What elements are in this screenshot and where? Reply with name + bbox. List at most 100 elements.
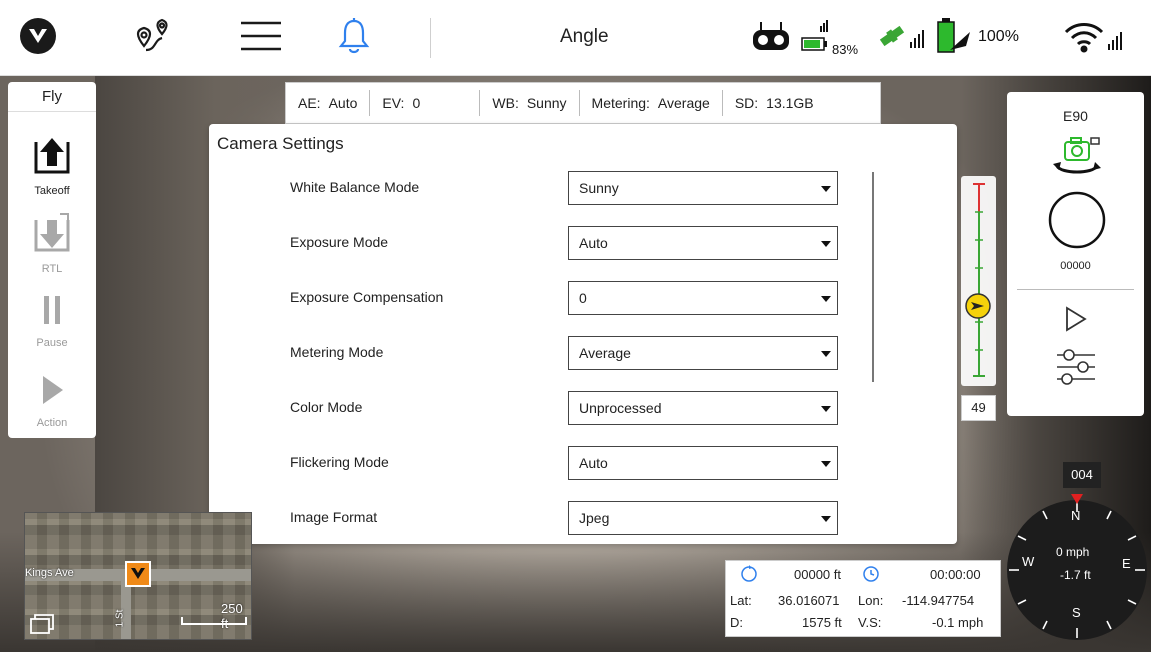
camera-mode-title[interactable]: Angle: [560, 26, 609, 48]
menu-icon[interactable]: [238, 14, 284, 58]
rc-battery-icon: [800, 14, 830, 58]
setting-label: White Balance Mode: [290, 179, 420, 195]
pause-icon: [44, 296, 60, 324]
d-value: 1575 ft: [802, 615, 842, 630]
vs-label: V.S:: [858, 615, 882, 630]
lon-value: -114.947754: [902, 593, 975, 608]
distance-home-value: 00000 ft: [794, 567, 841, 582]
photo-counter: 00000: [1060, 260, 1091, 272]
setting-label: Metering Mode: [290, 344, 384, 360]
takeoff-button[interactable]: Takeoff: [8, 132, 96, 197]
drone-position-marker: [125, 561, 151, 587]
dropdown-arrow-icon: [821, 296, 831, 302]
flight-control-panel: Fly Takeoff RTL Pause Action: [8, 82, 96, 438]
sd-status: SD: 13.1GB: [734, 95, 814, 111]
play-action-icon: [43, 376, 63, 404]
setting-label: Flickering Mode: [290, 454, 389, 470]
playback-icon[interactable]: [1063, 304, 1089, 334]
image-format-select[interactable]: Jpeg: [568, 501, 838, 535]
dropdown-arrow-icon: [821, 241, 831, 247]
dropdown-arrow-icon: [821, 406, 831, 412]
dropdown-arrow-icon: [821, 186, 831, 192]
ae-status: AE: Auto: [286, 90, 371, 116]
dropdown-arrow-icon: [821, 351, 831, 357]
flight-time-icon: [863, 566, 879, 582]
flight-mode-label[interactable]: Fly: [8, 82, 96, 112]
setting-row-metering-mode: Metering Mode Average: [209, 336, 957, 370]
drone-battery-icon: [936, 14, 972, 58]
compass-north: N: [1071, 508, 1081, 523]
map-scale-label: 250 ft: [221, 601, 243, 631]
setting-row-color-mode: Color Mode Unprocessed: [209, 391, 957, 425]
action-button[interactable]: Action: [8, 372, 96, 429]
map-layers-icon[interactable]: [29, 613, 55, 635]
ground-speed: 0 mph: [1056, 545, 1090, 559]
camera-status-strip[interactable]: AE: Auto EV: 0 WB: Sunny Metering: Average S…: [285, 82, 881, 124]
compass-west: W: [1022, 554, 1035, 569]
dropdown-arrow-icon: [821, 516, 831, 522]
compass-south: S: [1072, 605, 1081, 620]
setting-row-exposure-compensation: Exposure Compensation 0: [209, 281, 957, 315]
setting-row-white-balance: White Balance Mode Sunny: [209, 171, 957, 205]
lat-value: 36.016071: [778, 593, 840, 608]
camera-settings-dialog: Camera Settings White Balance Mode Sunny…: [209, 124, 957, 544]
mini-map[interactable]: Kings Ave 1 St 250 ft: [24, 512, 252, 640]
setting-label: Exposure Mode: [290, 234, 389, 250]
vs-value: -0.1 mph: [932, 615, 984, 630]
switch-camera-mode-icon[interactable]: [1051, 136, 1103, 180]
metering-status: Metering: Average: [580, 90, 723, 116]
setting-label: Exposure Compensation: [290, 289, 444, 305]
dialog-title: Camera Settings: [217, 134, 344, 153]
pause-button[interactable]: Pause: [8, 292, 96, 349]
lon-label: Lon:: [858, 593, 884, 608]
setting-label: Image Format: [290, 509, 378, 525]
camera-control-panel: E90 00000: [1007, 92, 1144, 416]
map-scale-bar: [181, 617, 247, 625]
white-balance-select[interactable]: Sunny: [568, 171, 838, 205]
compass-widget: N W E S 0 mph -1.7 ft: [1004, 490, 1151, 640]
distance-home-icon: [741, 565, 757, 582]
waypoint-map-icon[interactable]: [130, 14, 178, 58]
takeoff-icon: [34, 138, 70, 174]
app-logo-icon[interactable]: [16, 14, 60, 58]
compass-east: E: [1122, 556, 1131, 571]
gimbal-handle-icon[interactable]: [964, 292, 992, 320]
exposure-mode-select[interactable]: Auto: [568, 226, 838, 260]
gimbal-angle-value: 49: [961, 395, 996, 421]
remote-controller-icon: [750, 14, 792, 58]
top-bar-divider: [430, 18, 431, 58]
flight-time-value: 00:00:00: [930, 567, 981, 582]
metering-mode-select[interactable]: Average: [568, 336, 838, 370]
setting-row-image-format: Image Format Jpeg: [209, 501, 957, 535]
camera-model-label: E90: [1063, 108, 1088, 124]
rc-battery-value: 83%: [832, 42, 859, 57]
wifi-signal-icon: [1064, 14, 1124, 58]
flickering-mode-select[interactable]: Auto: [568, 446, 838, 480]
setting-row-flickering-mode: Flickering Mode Auto: [209, 446, 957, 480]
color-mode-select[interactable]: Unprocessed: [568, 391, 838, 425]
drone-logo-icon: [131, 568, 145, 579]
rtl-label: RTL: [41, 263, 63, 275]
return-to-launch-icon: [34, 213, 70, 252]
telemetry-panel: 00000 ft 00:00:00 Lat: 36.016071 Lon: -1…: [725, 560, 1001, 637]
notification-bell-icon[interactable]: [334, 14, 374, 58]
map-street-label: Kings Ave: [25, 567, 74, 579]
setting-row-exposure-mode: Exposure Mode Auto: [209, 226, 957, 260]
lat-label: Lat:: [730, 593, 752, 608]
panel-divider: [1017, 289, 1134, 290]
drone-battery-value: 100%: [978, 28, 1019, 45]
map-street-label-vertical: 1 St: [114, 609, 126, 628]
dropdown-arrow-icon: [821, 461, 831, 467]
action-label: Action: [36, 417, 68, 429]
rtl-button[interactable]: RTL: [8, 210, 96, 275]
heading-readout: 004: [1063, 462, 1101, 488]
takeoff-label: Takeoff: [34, 185, 70, 197]
gps-signal-icon: [876, 14, 926, 58]
exposure-compensation-select[interactable]: 0: [568, 281, 838, 315]
d-label: D:: [730, 615, 743, 630]
camera-settings-sliders-icon[interactable]: [1055, 347, 1097, 387]
top-bar: Angle 83% 100%: [0, 0, 1151, 76]
ev-status: EV: 0: [370, 90, 481, 116]
gimbal-pitch-slider[interactable]: [961, 176, 996, 386]
shutter-button[interactable]: [1047, 190, 1107, 250]
